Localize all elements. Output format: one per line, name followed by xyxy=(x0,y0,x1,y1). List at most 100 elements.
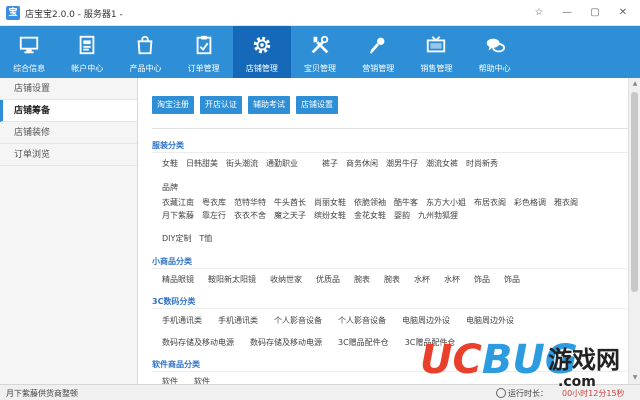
tag-row: 手机通讯类 手机通讯类 个人影音设备 个人影音设备 电脑周边外设 电脑周边外设 xyxy=(162,315,622,326)
category-link[interactable]: 缤纷女鞋 xyxy=(314,210,346,221)
category-link[interactable]: 商务休闲 xyxy=(346,158,378,169)
category-link[interactable]: 雅衣阁 xyxy=(554,197,578,208)
scroll-up-icon[interactable]: ▲ xyxy=(629,78,640,90)
category-link[interactable]: 靠左行 xyxy=(202,210,226,221)
sidebar-item-store-decoration[interactable]: 店铺装修 xyxy=(0,122,137,144)
category-link[interactable]: T恤 xyxy=(199,233,212,244)
category-link[interactable]: 尚丽女鞋 xyxy=(314,197,346,208)
category-link[interactable]: 九州勃狐狸 xyxy=(418,210,458,221)
category-link[interactable]: 品牌 xyxy=(162,182,178,193)
category-link[interactable]: 时尚新秀 xyxy=(466,158,498,169)
sidebar-item-store-prep[interactable]: 店铺筹备 xyxy=(0,100,137,122)
category-link[interactable]: 布居衣阁 xyxy=(474,197,506,208)
category-link[interactable]: 优质品 xyxy=(316,274,340,285)
category-link[interactable]: 魔之天子 xyxy=(274,210,306,221)
store-certify-button[interactable]: 开店认证 xyxy=(200,96,242,114)
order-clipboard-icon xyxy=(196,35,211,55)
category-link[interactable]: 饰品 xyxy=(474,274,490,285)
tag-row: 衣藏江南 粤衣库 范特华特 牛头酋长 尚丽女鞋 依脆领袖 酷牛客 东方大小姐 布… xyxy=(162,197,622,208)
nav-label: 帐户中心 xyxy=(71,64,104,73)
category-link[interactable]: 范特华特 xyxy=(234,197,266,208)
watermark-logo: UCBUG 游戏网 .com xyxy=(420,338,640,394)
toolbar: 淘宝注册 开店认证 辅助考试 店铺设置 xyxy=(152,96,338,114)
title-bar: 宝 店宝宝2.0.0 - 服务器1 - ☆ — ▢ ✕ xyxy=(0,0,640,26)
category-link[interactable]: 数码存储及移动电源 xyxy=(250,337,322,348)
category-link[interactable]: 酷牛客 xyxy=(394,197,418,208)
sidebar: 店铺设置 店铺筹备 店铺装修 订单浏览 xyxy=(0,78,138,384)
category-link[interactable]: 水杯 xyxy=(444,274,460,285)
taobao-register-button[interactable]: 淘宝注册 xyxy=(152,96,194,114)
assist-exam-button[interactable]: 辅助考试 xyxy=(248,96,290,114)
nav-item-goods[interactable]: 宝贝管理 xyxy=(291,26,349,78)
category-link[interactable]: DIY定制 xyxy=(162,233,191,244)
category-link[interactable]: 个人影音设备 xyxy=(274,315,322,326)
nav-label: 帮助中心 xyxy=(478,64,511,73)
tools-icon xyxy=(311,35,329,54)
category-link[interactable]: 水杯 xyxy=(414,274,430,285)
nav-item-marketing[interactable]: 营销管理 xyxy=(349,26,407,78)
category-link[interactable]: 月下紫藤 xyxy=(162,210,194,221)
monitor-icon xyxy=(19,36,39,54)
gear-icon xyxy=(253,36,271,54)
category-link[interactable]: 裤子 xyxy=(322,158,338,169)
category-link[interactable]: 粤衣库 xyxy=(202,197,226,208)
close-button[interactable]: ✕ xyxy=(612,4,634,22)
category-title: 服装分类 xyxy=(152,141,184,150)
category-link[interactable]: 依脆领袖 xyxy=(354,197,386,208)
category-link[interactable]: 女鞋 xyxy=(162,158,178,169)
divider xyxy=(152,268,628,269)
category-link[interactable]: 彩色格调 xyxy=(514,197,546,208)
tag-row: 品牌 xyxy=(162,182,622,193)
category-link[interactable]: 数码存储及移动电源 xyxy=(162,337,234,348)
nav-item-store[interactable]: 店铺管理 xyxy=(232,26,291,78)
category-link[interactable]: 婴韵 xyxy=(394,210,410,221)
nav-item-overview[interactable]: 综合信息 xyxy=(0,26,58,78)
category-link[interactable]: 个人影音设备 xyxy=(338,315,386,326)
store-settings-button[interactable]: 店铺设置 xyxy=(296,96,338,114)
tag-row: 女鞋 日韩甜美 街头潮流 通勤职业 裤子 商务休闲 潮男牛仔 潮流女裤 时尚新秀 xyxy=(162,158,622,169)
category-link[interactable]: 东方大小姐 xyxy=(426,197,466,208)
minimize-button[interactable]: — xyxy=(556,4,578,22)
skin-star-icon[interactable]: ☆ xyxy=(528,4,550,22)
maximize-button[interactable]: ▢ xyxy=(584,4,606,22)
category-link[interactable]: 鞍阳新太阳镜 xyxy=(208,274,256,285)
watermark-uc: UC xyxy=(420,337,482,383)
category-link[interactable]: 衣衣不舍 xyxy=(234,210,266,221)
category-link[interactable]: 潮男牛仔 xyxy=(386,158,418,169)
tag-row: DIY定制 T恤 xyxy=(162,233,622,244)
category-link[interactable]: 衣藏江南 xyxy=(162,197,194,208)
category-link[interactable]: 日韩甜美 xyxy=(186,158,218,169)
category-link[interactable]: 牛头酋长 xyxy=(274,197,306,208)
category-link[interactable]: 电脑周边外设 xyxy=(402,315,450,326)
category-link[interactable]: 腕表 xyxy=(384,274,400,285)
category-link[interactable]: 街头潮流 xyxy=(226,158,258,169)
nav-item-account[interactable]: 帐户中心 xyxy=(58,26,116,78)
sidebar-item-order-browse[interactable]: 订单浏览 xyxy=(0,144,137,166)
tv-icon xyxy=(427,36,446,53)
nav-item-sales[interactable]: 销售管理 xyxy=(407,26,465,78)
microphone-icon xyxy=(370,37,385,54)
nav-label: 营销管理 xyxy=(362,64,395,73)
status-message: 月下紫藤供货商整顿 xyxy=(6,389,78,398)
category-link[interactable]: 软件 xyxy=(194,376,210,384)
category-link[interactable]: 通勤职业 xyxy=(266,158,298,169)
category-link[interactable]: 手机通讯类 xyxy=(218,315,258,326)
category-link[interactable]: 手机通讯类 xyxy=(162,315,202,326)
nav-item-products[interactable]: 产品中心 xyxy=(116,26,174,78)
nav-item-orders[interactable]: 订单管理 xyxy=(175,26,233,78)
account-card-icon xyxy=(79,35,95,55)
category-link[interactable]: 潮流女裤 xyxy=(426,158,458,169)
category-link[interactable]: 腕表 xyxy=(354,274,370,285)
category-link[interactable]: 精品眼镜 xyxy=(162,274,194,285)
category-link[interactable]: 收纳世家 xyxy=(270,274,302,285)
sidebar-item-store-settings[interactable]: 店铺设置 xyxy=(0,78,137,100)
nav-label: 产品中心 xyxy=(129,64,162,73)
category-link[interactable]: 金花女鞋 xyxy=(354,210,386,221)
scroll-thumb[interactable] xyxy=(631,92,638,292)
nav-item-help[interactable]: 帮助中心 xyxy=(466,26,524,78)
category-link[interactable]: 软件 xyxy=(162,376,178,384)
category-link[interactable]: 电脑周边外设 xyxy=(466,315,514,326)
category-link[interactable]: 饰品 xyxy=(504,274,520,285)
category-link[interactable]: 3C赠品配件仓 xyxy=(338,337,389,348)
tag-row: 精品眼镜 鞍阳新太阳镜 收纳世家 优质品 腕表 腕表 水杯 水杯 饰品 饰品 xyxy=(162,274,622,285)
